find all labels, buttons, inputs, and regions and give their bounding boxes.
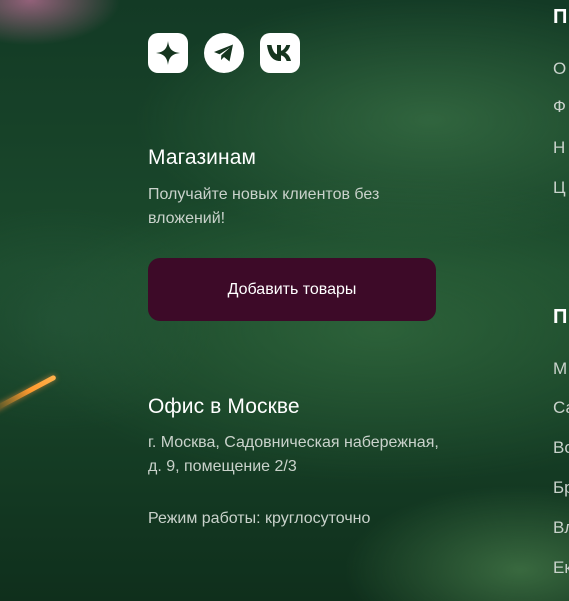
footer-column: Магазинам Получайте новых клиентов без в… bbox=[148, 33, 448, 527]
right-column-link[interactable]: Н bbox=[553, 138, 565, 158]
sparkle-social-link[interactable] bbox=[148, 33, 188, 73]
right-column-link[interactable]: Бр bbox=[553, 478, 569, 498]
office-address: г. Москва, Садовническая набережная, д. … bbox=[148, 434, 439, 475]
right-column-link[interactable]: Ц bbox=[553, 178, 566, 198]
sparkle-icon bbox=[155, 40, 181, 66]
telegram-social-link[interactable] bbox=[204, 33, 244, 73]
right-column-link[interactable]: Во bbox=[553, 438, 569, 458]
decorative-streak bbox=[0, 374, 57, 413]
right-column-link[interactable]: Ф bbox=[553, 97, 566, 117]
right-column-link[interactable]: Са bbox=[553, 398, 569, 418]
right-column-link[interactable]: О bbox=[553, 59, 566, 79]
add-products-button[interactable]: Добавить товары bbox=[148, 258, 436, 321]
shops-title: Магазинам bbox=[148, 146, 257, 169]
vk-icon bbox=[266, 44, 294, 62]
shops-description: Получайте новых клиентов без вложений! bbox=[148, 186, 380, 227]
right-column-link[interactable]: Ек bbox=[553, 558, 569, 578]
right-column-heading-2: П bbox=[553, 306, 568, 328]
social-links bbox=[148, 33, 448, 73]
office-hours: Режим работы: круглосуточно bbox=[148, 510, 371, 527]
office-title: Офис в Москве bbox=[148, 395, 300, 418]
right-column-link[interactable]: М bbox=[553, 359, 567, 379]
telegram-icon bbox=[213, 43, 235, 63]
right-column-link[interactable]: Вл bbox=[553, 518, 569, 538]
vk-social-link[interactable] bbox=[260, 33, 300, 73]
right-column-heading-1: П bbox=[553, 6, 568, 28]
